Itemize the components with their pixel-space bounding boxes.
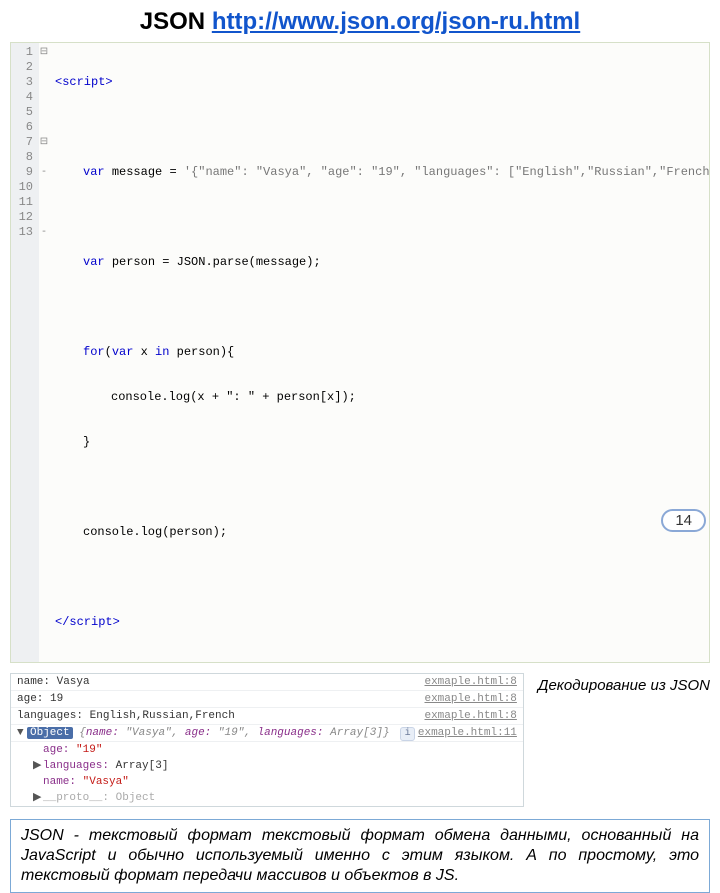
- caption-text: Декодирование из JSON: [538, 673, 710, 694]
- title-link[interactable]: http://www.json.org/json-ru.html: [212, 8, 580, 35]
- object-property: ▶languages: Array[3]: [11, 758, 523, 774]
- page-number-badge: 14: [661, 509, 706, 532]
- code-body: <script> var message = '{"name": "Vasya"…: [51, 43, 709, 662]
- object-property: age: "19": [11, 742, 523, 758]
- object-property: name: "Vasya": [11, 774, 523, 790]
- console-row: languages: English,Russian,Frenchexmaple…: [11, 708, 523, 725]
- console-row: age: 19exmaple.html:8: [11, 691, 523, 708]
- chevron-right-icon[interactable]: ▶: [33, 758, 43, 774]
- console-row: name: Vasyaexmaple.html:8: [11, 674, 523, 691]
- info-icon[interactable]: i: [400, 727, 415, 741]
- code-editor: 123 456 789 101112 13 ⊟ ⊟- - <script> va…: [10, 42, 710, 663]
- chevron-right-icon[interactable]: ▶: [33, 790, 43, 806]
- object-proto: ▶__proto__: Object: [11, 790, 523, 806]
- line-number-gutter: 123 456 789 101112 13: [11, 43, 39, 662]
- description-box: JSON - текстовый формат текстовый формат…: [10, 819, 710, 893]
- title-label: JSON: [140, 8, 205, 35]
- disclosure-triangle-icon[interactable]: ▼: [17, 725, 27, 741]
- object-badge[interactable]: Object: [27, 727, 73, 739]
- slide-title: JSON http://www.json.org/json-ru.html: [0, 0, 720, 40]
- console-object-row: ▼Object {name: "Vasya", age: "19", langu…: [11, 725, 523, 742]
- devtools-console: name: Vasyaexmaple.html:8 age: 19exmaple…: [10, 673, 524, 807]
- fold-gutter: ⊟ ⊟- -: [39, 43, 51, 662]
